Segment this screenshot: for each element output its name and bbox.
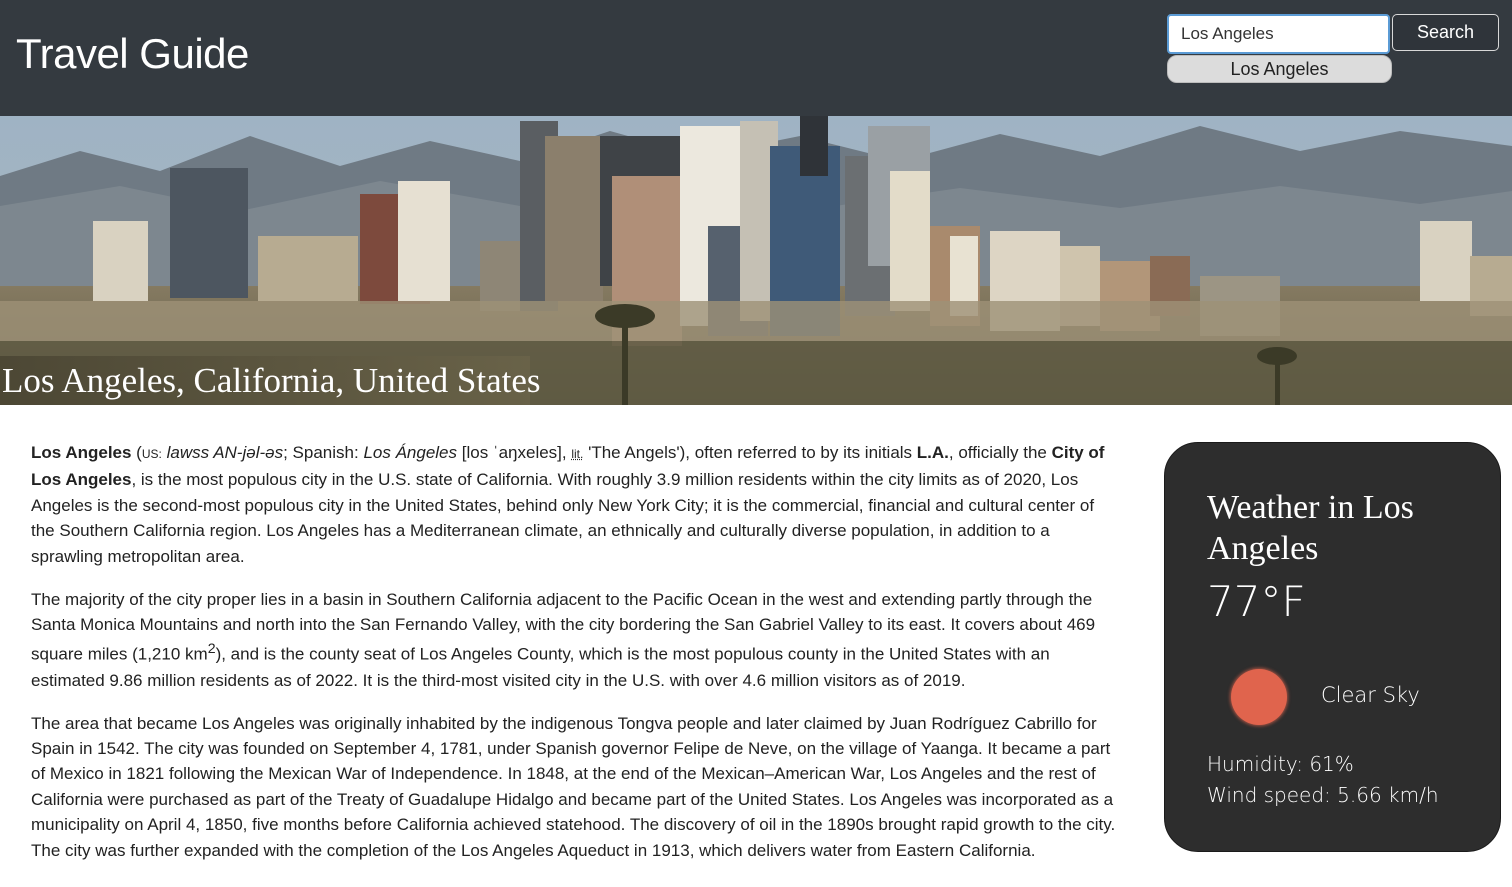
paragraph-history: The area that became Los Angeles was ori… — [31, 713, 1116, 860]
weather-card: Weather in Los Angeles 77°F Clear Sky Hu… — [1164, 442, 1501, 852]
weather-title: Weather in Los Angeles — [1207, 489, 1414, 567]
weather-description: Clear Sky — [1321, 683, 1420, 707]
paragraph-geography: The majority of the city proper lies in … — [31, 589, 1096, 690]
search-button[interactable]: Search — [1392, 14, 1499, 51]
weather-humidity: Humidity: 61% — [1207, 752, 1354, 776]
site-title: Travel Guide — [16, 30, 249, 77]
search-input[interactable] — [1167, 14, 1390, 54]
site-header: Travel Guide Search Los Angeles — [0, 0, 1512, 116]
destination-description: Los Angeles (US: lawss AN-jəl-əs; Spanis… — [31, 440, 1116, 881]
search-suggestion[interactable]: Los Angeles — [1167, 55, 1392, 83]
sun-icon — [1231, 669, 1287, 725]
weather-wind-speed: Wind speed: 5.66 km/h — [1207, 783, 1439, 807]
destination-caption: Los Angeles, California, United States — [0, 356, 541, 405]
paragraph-intro: Los Angeles (US: lawss AN-jəl-əs; Spanis… — [31, 443, 1105, 566]
weather-temperature: 77°F — [1207, 577, 1306, 626]
hero-banner: Los Angeles, California, United States — [0, 116, 1512, 405]
